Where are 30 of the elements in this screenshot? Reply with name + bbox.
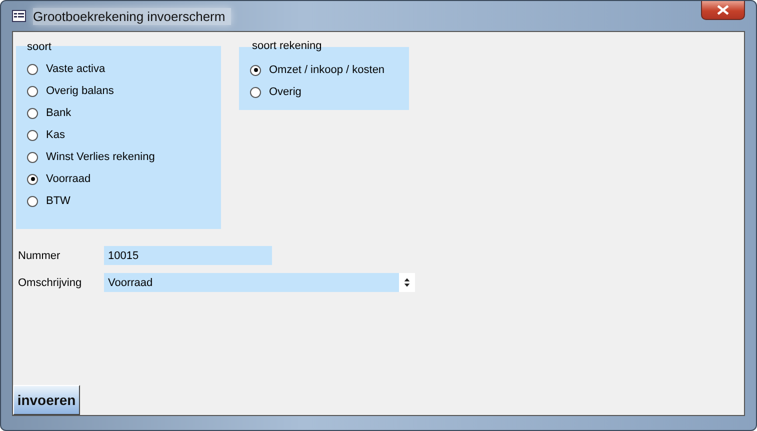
radio-button[interactable] bbox=[27, 64, 38, 74]
close-button[interactable] bbox=[701, 1, 745, 20]
option-label: Voorraad bbox=[46, 173, 91, 185]
option-label: Vaste activa bbox=[46, 63, 106, 75]
radio-button[interactable] bbox=[27, 152, 38, 162]
group-label: soort bbox=[27, 41, 52, 53]
option-label: BTW bbox=[46, 195, 70, 207]
radio-button[interactable] bbox=[27, 130, 38, 140]
input-field[interactable]: Voorraad bbox=[104, 273, 415, 292]
radio-button[interactable] bbox=[27, 174, 38, 184]
option-label: Kas bbox=[46, 129, 65, 141]
input-field[interactable]: 10015 bbox=[104, 246, 272, 265]
option-label: Overig bbox=[269, 86, 302, 98]
field-label: Omschrijving bbox=[17, 276, 83, 288]
radio-button[interactable] bbox=[250, 86, 261, 98]
radio-button[interactable] bbox=[27, 108, 38, 118]
window-title: Grootboekrekening invoerscherm bbox=[33, 8, 232, 24]
radio-button[interactable] bbox=[27, 86, 38, 96]
group-label: soort rekening bbox=[252, 40, 322, 52]
option-label: Overig balans bbox=[46, 85, 114, 97]
form-icon bbox=[12, 10, 26, 22]
close-icon bbox=[717, 5, 729, 15]
field-label: Nummer bbox=[17, 250, 62, 262]
radio-button[interactable] bbox=[250, 64, 261, 76]
radio-button[interactable] bbox=[27, 196, 38, 206]
option-label: Winst Verlies rekening bbox=[46, 151, 155, 163]
spinner-icon bbox=[399, 273, 415, 292]
submit-button[interactable]: invoeren bbox=[13, 385, 80, 415]
option-label: Bank bbox=[46, 107, 72, 119]
option-label: Omzet / inkoop / kosten bbox=[269, 64, 385, 76]
